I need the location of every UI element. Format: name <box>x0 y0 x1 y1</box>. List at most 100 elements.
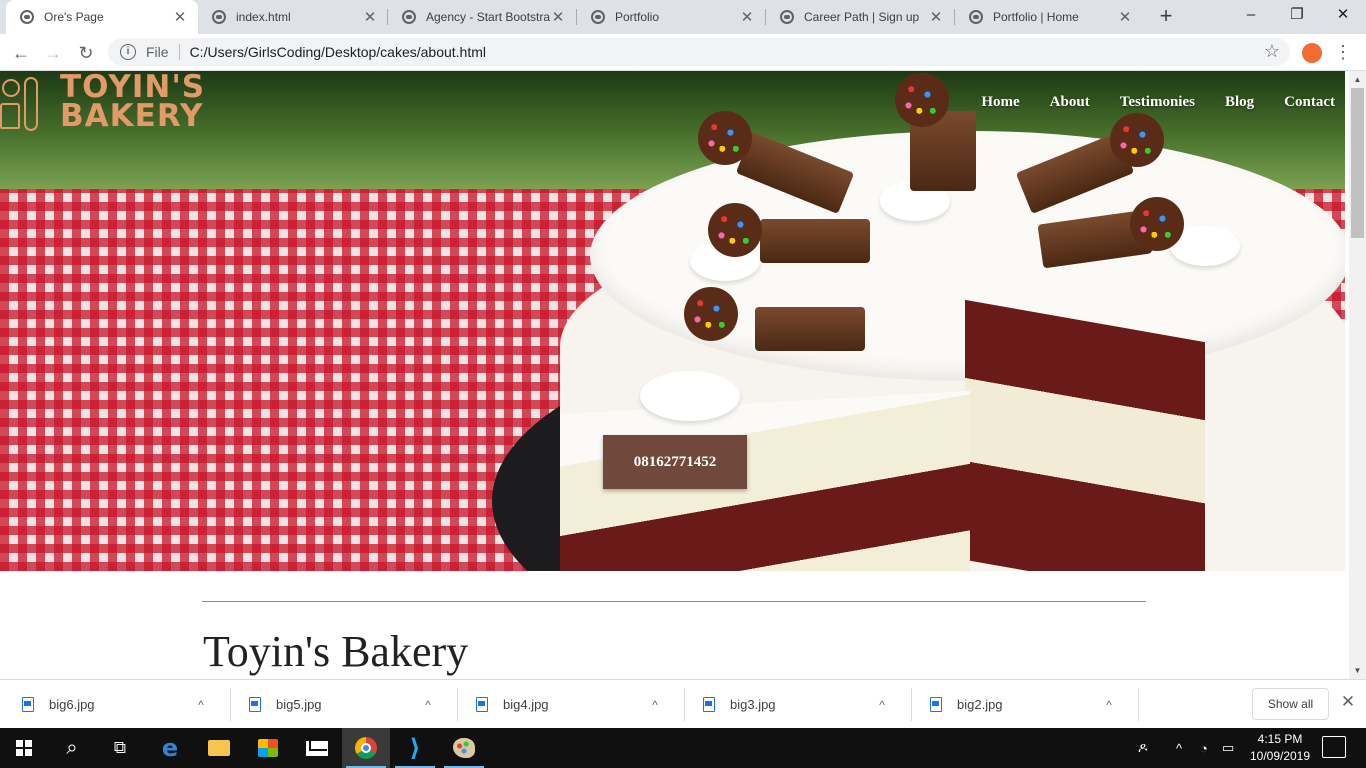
hero-banner: TOYIN'S BAKERY Home About Testimonies Bl… <box>0 71 1345 571</box>
chevron-up-icon[interactable]: ^ <box>191 698 211 712</box>
chevron-up-icon[interactable]: ^ <box>1099 698 1119 712</box>
chevron-up-icon[interactable]: ^ <box>645 698 665 712</box>
wifi-icon[interactable]: ◔ <box>1200 728 1208 768</box>
tab-title: Career Path | Sign up <box>804 10 920 24</box>
download-filename: big2.jpg <box>957 697 1003 712</box>
edge-icon: e <box>161 734 179 762</box>
maximize-button[interactable]: ❐ <box>1274 0 1320 32</box>
sprinkles <box>698 111 752 165</box>
close-icon[interactable]: ✕ <box>1338 692 1358 716</box>
file-explorer-button[interactable] <box>195 728 243 768</box>
close-icon[interactable]: ✕ <box>172 8 188 26</box>
chevron-up-icon[interactable]: ^ <box>1176 728 1182 768</box>
download-item[interactable]: big2.jpg ^ <box>908 680 1135 729</box>
scroll-thumb[interactable] <box>1351 88 1364 238</box>
download-item[interactable]: big3.jpg ^ <box>681 680 908 729</box>
vscode-icon: ⟩ <box>409 734 421 762</box>
nav-link-home[interactable]: Home <box>981 94 1019 111</box>
nav-link-blog[interactable]: Blog <box>1225 94 1254 111</box>
close-icon[interactable]: ✕ <box>928 8 944 26</box>
search-icon[interactable]: ⌕ <box>48 728 96 768</box>
sprinkles <box>895 73 949 127</box>
tab-agency[interactable]: Agency - Start Bootstra ✕ <box>388 0 576 34</box>
tab-portfolio-home[interactable]: Portfolio | Home ✕ <box>955 0 1143 34</box>
url-text[interactable]: C:/Users/GirlsCoding/Desktop/cakes/about… <box>190 44 486 60</box>
tab-ores-page[interactable]: Ore's Page ✕ <box>6 0 198 34</box>
tab-title: Agency - Start Bootstra <box>426 10 550 24</box>
tab-index[interactable]: index.html ✕ <box>198 0 388 34</box>
sprinkles <box>1130 197 1184 251</box>
close-icon[interactable]: ✕ <box>739 8 755 26</box>
store-icon <box>258 739 278 757</box>
mail-app-button[interactable] <box>293 728 341 768</box>
clock-date: 10/09/2019 <box>1249 749 1311 763</box>
phone-button[interactable]: 08162771452 <box>603 435 747 489</box>
url-separator <box>178 44 180 60</box>
task-view-icon[interactable]: ⧉ <box>96 728 144 768</box>
download-filename: big5.jpg <box>276 697 322 712</box>
download-item[interactable]: big6.jpg ^ <box>0 680 227 729</box>
sprinkles <box>708 203 762 257</box>
edge-app-button[interactable]: e <box>146 728 194 768</box>
extension-icon[interactable] <box>1302 43 1322 63</box>
close-icon[interactable]: ✕ <box>550 8 566 26</box>
download-filename: big4.jpg <box>503 697 549 712</box>
chocolate-bar <box>755 307 865 351</box>
nav-link-testimonies[interactable]: Testimonies <box>1120 94 1195 111</box>
download-filename: big3.jpg <box>730 697 776 712</box>
page-scrollbar[interactable]: ▲ ▼ <box>1349 71 1366 679</box>
download-item[interactable]: big4.jpg ^ <box>454 680 681 729</box>
minimize-button[interactable]: – <box>1228 0 1274 32</box>
tab-title: Ore's Page <box>44 10 104 24</box>
globe-icon <box>20 10 34 24</box>
close-window-button[interactable]: ✕ <box>1320 0 1366 32</box>
tab-portfolio[interactable]: Portfolio ✕ <box>577 0 765 34</box>
sprinkles <box>684 287 738 341</box>
chrome-icon <box>355 737 377 759</box>
sprinkles <box>1110 113 1164 167</box>
close-icon[interactable]: ✕ <box>1117 8 1133 26</box>
browser-toolbar: ← → ↻ i File C:/Users/GirlsCoding/Deskto… <box>0 34 1366 71</box>
logo-line-2: BAKERY <box>60 98 204 134</box>
people-icon[interactable]: ዶ <box>1138 728 1148 768</box>
store-app-button[interactable] <box>244 728 292 768</box>
chrome-app-button[interactable] <box>342 728 390 768</box>
star-icon[interactable]: ☆ <box>1264 41 1280 62</box>
tab-title: Portfolio | Home <box>993 10 1079 24</box>
notification-icon[interactable] <box>1322 736 1346 758</box>
cake-cut-face <box>965 299 1205 571</box>
back-button[interactable]: ← <box>8 40 34 66</box>
image-file-icon <box>703 697 715 712</box>
system-clock[interactable]: 4:15 PM 10/09/2019 <box>1240 731 1320 765</box>
scroll-up-arrow-icon[interactable]: ▲ <box>1349 71 1366 88</box>
download-filename: big6.jpg <box>49 697 95 712</box>
forward-button[interactable]: → <box>40 40 66 66</box>
tab-title: Portfolio <box>615 10 660 24</box>
close-icon[interactable]: ✕ <box>362 8 378 26</box>
section-divider <box>202 601 1146 602</box>
tab-career-path[interactable]: Career Path | Sign up ✕ <box>766 0 954 34</box>
kebab-menu-icon[interactable]: ⋮ <box>1334 40 1352 66</box>
bakery-logo-icon <box>0 73 44 131</box>
start-button[interactable] <box>0 728 48 768</box>
nav-link-contact[interactable]: Contact <box>1284 94 1335 111</box>
scroll-down-arrow-icon[interactable]: ▼ <box>1349 662 1366 679</box>
bakery-logo[interactable]: TOYIN'S BAKERY <box>0 71 205 133</box>
reload-button[interactable]: ↻ <box>73 40 99 66</box>
info-icon[interactable]: i <box>120 44 136 60</box>
nav-link-about[interactable]: About <box>1050 94 1090 111</box>
vscode-app-button[interactable]: ⟩ <box>391 728 439 768</box>
page-viewport: TOYIN'S BAKERY Home About Testimonies Bl… <box>0 71 1349 679</box>
chevron-up-icon[interactable]: ^ <box>418 698 438 712</box>
show-all-button[interactable]: Show all <box>1252 688 1329 720</box>
folder-icon <box>208 740 230 756</box>
address-bar[interactable]: i File C:/Users/GirlsCoding/Desktop/cake… <box>108 38 1290 66</box>
chevron-up-icon[interactable]: ^ <box>872 698 892 712</box>
battery-icon[interactable]: ▭ <box>1222 728 1234 768</box>
paint-app-button[interactable] <box>440 728 488 768</box>
tab-title: index.html <box>236 10 291 24</box>
download-item[interactable]: big5.jpg ^ <box>227 680 454 729</box>
windows-logo-icon <box>16 740 32 756</box>
image-file-icon <box>249 697 261 712</box>
new-tab-button[interactable]: + <box>1154 4 1178 28</box>
